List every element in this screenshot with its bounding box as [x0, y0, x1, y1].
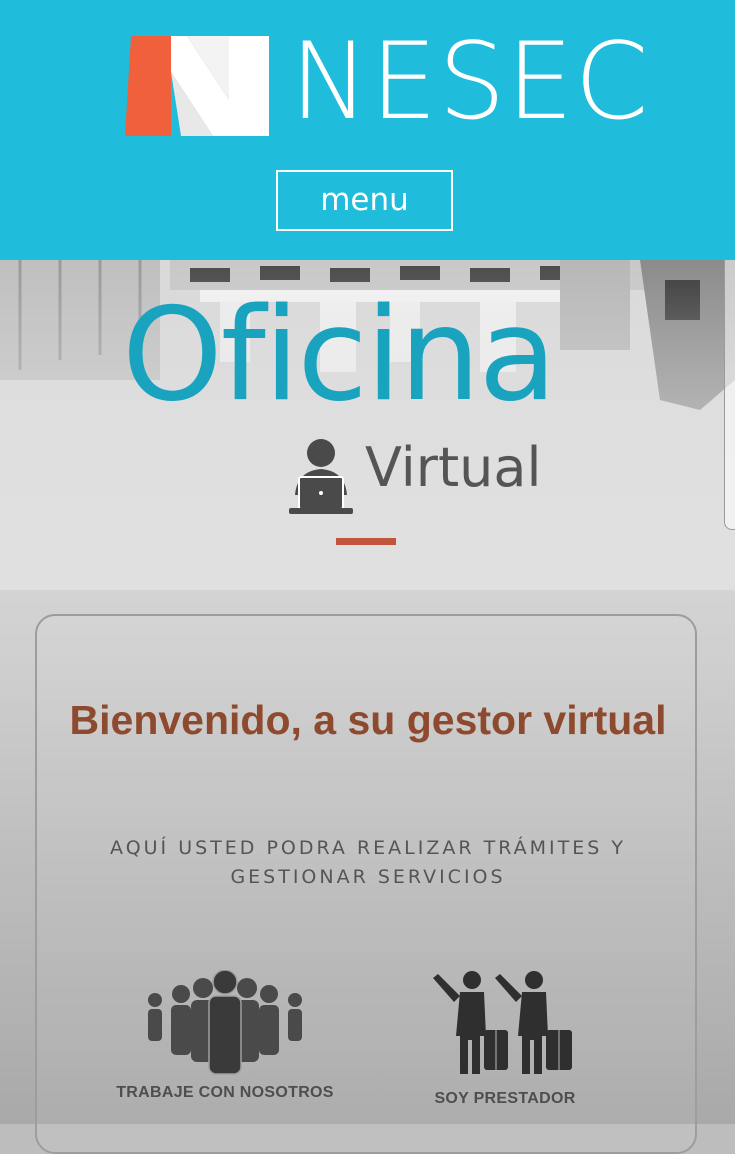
- brand-name: NESEC: [290, 20, 650, 143]
- welcome-title: Bienvenido, a su gestor virtual: [69, 697, 667, 743]
- work-with-us-label: TRABAJE CON NOSOTROS: [116, 1084, 334, 1101]
- provider-option[interactable]: SOY PRESTADOR: [400, 970, 610, 1108]
- scrollbar-handle[interactable]: [724, 260, 735, 530]
- accent-divider: [336, 538, 396, 545]
- welcome-subtitle: AQUÍ USTED PODRA REALIZAR TRÁMITES Y GES…: [110, 837, 626, 888]
- hero-title-oficina: Oficina: [122, 281, 557, 430]
- menu-button[interactable]: menu: [276, 170, 453, 231]
- nesec-logo-icon[interactable]: [125, 30, 275, 142]
- hero-title-virtual: Virtual: [365, 436, 542, 499]
- group-of-people-icon: [148, 970, 302, 1075]
- work-with-us-option[interactable]: TRABAJE CON NOSOTROS: [100, 970, 350, 1102]
- worker-at-laptop-icon: [289, 439, 353, 514]
- provider-label: SOY PRESTADOR: [434, 1090, 576, 1107]
- site-header: NESEC menu: [0, 0, 735, 260]
- hailing-travelers-icon: [433, 971, 572, 1074]
